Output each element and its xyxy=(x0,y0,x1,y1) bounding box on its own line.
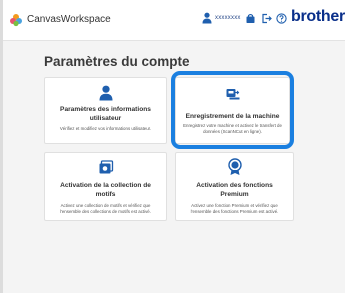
help-icon[interactable] xyxy=(276,13,287,24)
user-icon xyxy=(99,85,112,101)
card-user-info-settings[interactable]: Paramètres des informations utilisateur … xyxy=(44,77,167,144)
user-name[interactable]: xxxxxxxx xyxy=(215,15,241,21)
user-icon[interactable] xyxy=(202,12,212,24)
highlight-outline xyxy=(171,71,294,149)
premium-medal-icon xyxy=(227,158,242,175)
logout-icon[interactable] xyxy=(261,13,272,24)
card-title: Paramètres des informations utilisateur xyxy=(60,106,151,122)
card-description: Activez une collection de motifs et véri… xyxy=(60,203,151,214)
bag-icon[interactable] xyxy=(245,13,256,24)
page-title: Paramètres du compte xyxy=(44,54,190,69)
card-title: Activation des fonctions Premium xyxy=(196,182,273,198)
card-premium-activation[interactable]: Activation des fonctions Premium Activez… xyxy=(175,152,294,221)
app-name[interactable]: CanvasWorkspace xyxy=(27,14,111,25)
card-title: Activation de la collection de motifs xyxy=(60,182,151,198)
top-header: CanvasWorkspace xxxxxxxx brother xyxy=(3,0,345,41)
pattern-collection-icon xyxy=(99,160,113,174)
card-pattern-collection-activation[interactable]: Activation de la collection de motifs Ac… xyxy=(44,152,167,221)
card-description: Vérifiez et modifiez vos informations ut… xyxy=(59,126,152,131)
brother-brand-logo[interactable]: brother xyxy=(291,8,345,26)
card-description: Activez une fonction Premium et vérifiez… xyxy=(190,203,279,214)
canvasworkspace-logo-icon[interactable] xyxy=(9,13,23,27)
